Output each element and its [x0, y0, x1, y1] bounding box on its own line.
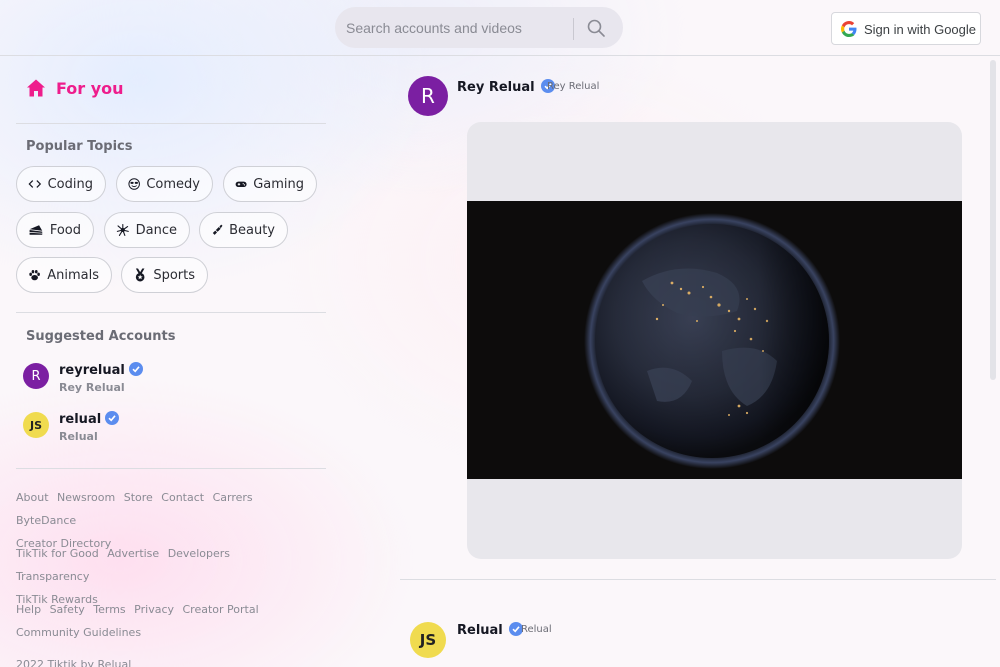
sidebar-divider — [16, 123, 326, 124]
popular-topics-title: Popular Topics — [26, 139, 133, 154]
video-feed: R Rey Relual Rey Relual JS Relual Relual — [400, 56, 996, 667]
footer-link[interactable]: Carrers — [213, 491, 253, 504]
verified-badge-icon — [105, 411, 120, 425]
footer-link[interactable]: Safety — [50, 603, 85, 616]
topic-label: Gaming — [253, 176, 304, 192]
footer-link[interactable]: Advertise — [107, 547, 159, 560]
scrollbar[interactable] — [990, 60, 996, 380]
disco-icon — [116, 224, 129, 236]
search-divider — [573, 18, 574, 40]
topic-label: Comedy — [146, 176, 200, 192]
topic-beauty[interactable]: Beauty — [199, 212, 288, 248]
footer-link[interactable]: Terms — [93, 603, 125, 616]
topic-label: Food — [49, 222, 81, 238]
code-icon — [28, 180, 42, 188]
topic-comedy[interactable]: Comedy — [116, 166, 213, 202]
footer-link[interactable]: Contact — [161, 491, 204, 504]
video-card[interactable] — [467, 122, 962, 559]
footer-link[interactable]: TikTik for Good — [16, 547, 99, 560]
sidebar-divider — [16, 312, 326, 313]
post-avatar[interactable]: R — [408, 76, 448, 116]
footer-links-group-3: Help Safety Terms Privacy Creator Portal… — [16, 598, 316, 644]
paw-icon — [29, 270, 40, 281]
topic-sports[interactable]: Sports — [121, 257, 208, 293]
post-author-name[interactable]: Relual — [457, 622, 523, 638]
search-input[interactable]: Search accounts and videos — [346, 20, 522, 36]
footer-link[interactable]: Community Guidelines — [16, 626, 141, 639]
cake-icon — [29, 225, 43, 235]
sidebar: For you Popular Topics Coding Comedy Gam… — [16, 56, 326, 667]
footer-link[interactable]: Store — [124, 491, 153, 504]
footer-link[interactable]: Newsroom — [57, 491, 115, 504]
footer-link[interactable]: Transparency — [16, 570, 89, 583]
account-username: reyrelual — [59, 362, 143, 378]
for-you-label: For you — [56, 78, 124, 98]
sidebar-divider — [16, 468, 326, 469]
search-icon[interactable] — [586, 18, 606, 38]
post-divider — [400, 579, 996, 580]
footer-link[interactable]: ByteDance — [16, 514, 76, 527]
topic-label: Coding — [47, 176, 93, 192]
topic-label: Beauty — [229, 222, 275, 238]
footer-link[interactable]: About — [16, 491, 49, 504]
footer-link[interactable]: Creator Portal — [183, 603, 259, 616]
topic-food[interactable]: Food — [16, 212, 94, 248]
topic-dance[interactable]: Dance — [104, 212, 190, 248]
avatar: R — [23, 363, 49, 389]
lipstick-icon — [212, 224, 223, 235]
video-player[interactable] — [467, 201, 962, 479]
account-display-name: Relual — [59, 430, 98, 443]
topic-gaming[interactable]: Gaming — [223, 166, 317, 202]
medal-icon — [135, 268, 145, 282]
avatar: JS — [23, 412, 49, 438]
top-header: Search accounts and videos Sign in with … — [0, 0, 1000, 56]
gamepad-icon — [235, 181, 247, 188]
home-icon — [27, 79, 45, 97]
post-avatar[interactable]: JS — [410, 622, 446, 658]
account-display-name: Rey Relual — [59, 381, 125, 394]
post-author-handle: Relual — [521, 624, 552, 635]
nav-for-you[interactable]: For you — [26, 78, 124, 98]
account-username: relual — [59, 411, 120, 427]
post-author-name[interactable]: Rey Relual — [457, 79, 555, 95]
footer-link[interactable]: Developers — [168, 547, 230, 560]
smile-sunglasses-icon — [128, 178, 140, 190]
suggested-accounts-title: Suggested Accounts — [26, 329, 176, 344]
copyright-text: 2022 Tiktik by Relual — [16, 658, 132, 667]
topic-coding[interactable]: Coding — [16, 166, 106, 202]
copyright: 2022 Tiktik by Relual — [16, 653, 316, 667]
verified-badge-icon — [128, 362, 143, 376]
topic-label: Sports — [153, 267, 195, 283]
post-author-handle: Rey Relual — [547, 81, 600, 92]
google-logo-icon — [841, 21, 857, 37]
topic-label: Animals — [47, 267, 99, 283]
footer-link[interactable]: Help — [16, 603, 41, 616]
google-signin-button[interactable]: Sign in with Google — [831, 12, 981, 45]
topic-animals[interactable]: Animals — [16, 257, 112, 293]
search-bar[interactable]: Search accounts and videos — [335, 7, 623, 48]
earth-night-image — [467, 201, 962, 479]
topic-label: Dance — [135, 222, 177, 238]
google-signin-label: Sign in with Google — [864, 22, 977, 37]
footer-link[interactable]: Privacy — [134, 603, 174, 616]
